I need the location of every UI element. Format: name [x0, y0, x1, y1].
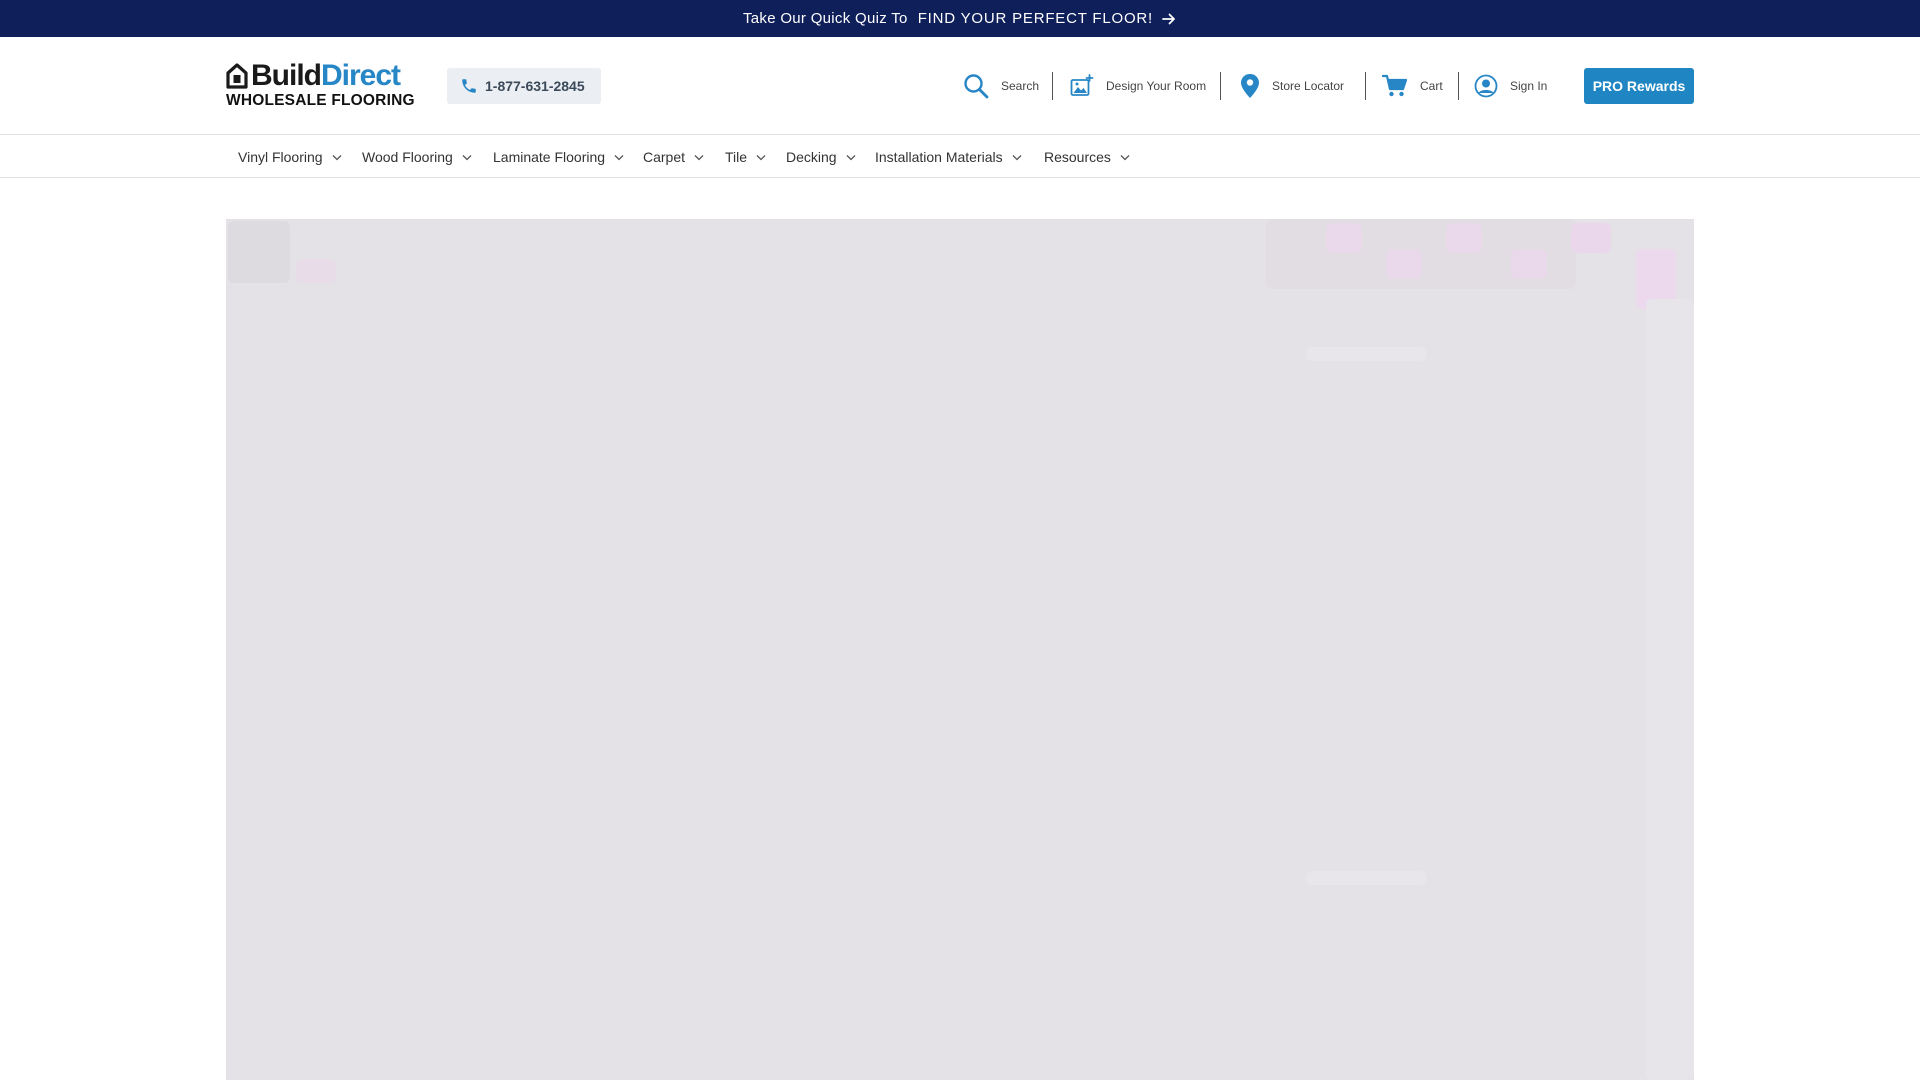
nav-item-tile[interactable]: Tile: [725, 136, 766, 178]
image-sparkle-icon: [1070, 74, 1094, 98]
hero-image-placeholder: [226, 219, 1694, 1080]
chevron-down-icon: [614, 154, 624, 161]
search-icon: [963, 73, 989, 99]
chevron-down-icon: [332, 154, 342, 161]
house-icon: [226, 63, 248, 89]
phone-number: 1-877-631-2845: [485, 78, 585, 94]
placeholder-artifact: [1646, 299, 1694, 1080]
placeholder-artifact: [1306, 347, 1426, 361]
chevron-down-icon: [1120, 154, 1130, 161]
search-link[interactable]: Search: [963, 70, 1039, 102]
cart-link[interactable]: Cart: [1382, 70, 1443, 102]
placeholder-artifact: [1571, 223, 1611, 253]
nav-item-installation-materials[interactable]: Installation Materials: [875, 136, 1022, 178]
nav-item-label: Wood Flooring: [362, 149, 453, 165]
design-room-link[interactable]: Design Your Room: [1070, 70, 1206, 102]
main-nav: Vinyl Flooring Wood Flooring Laminate Fl…: [0, 136, 1920, 178]
placeholder-artifact: [1326, 223, 1362, 253]
divider: [1052, 72, 1053, 100]
divider: [1365, 72, 1366, 100]
builddirect-logo[interactable]: Build Direct WHOLESALE FLOORING: [226, 61, 416, 111]
chevron-down-icon: [846, 154, 856, 161]
phone-button[interactable]: 1-877-631-2845: [447, 68, 601, 104]
nav-item-label: Decking: [786, 149, 837, 165]
sign-in-link[interactable]: Sign In: [1474, 70, 1547, 102]
arrow-right-icon: [1161, 11, 1177, 27]
nav-item-decking[interactable]: Decking: [786, 136, 856, 178]
placeholder-artifact: [228, 221, 290, 283]
nav-item-label: Tile: [725, 149, 748, 165]
placeholder-artifact: [1511, 249, 1547, 279]
divider: [1220, 72, 1221, 100]
placeholder-artifact: [1446, 223, 1482, 253]
map-pin-icon: [1240, 73, 1260, 99]
nav-item-vinyl-flooring[interactable]: Vinyl Flooring: [238, 136, 342, 178]
chevron-down-icon: [756, 154, 766, 161]
logo-word-build: Build: [251, 59, 322, 92]
nav-item-label: Laminate Flooring: [493, 149, 606, 165]
search-label: Search: [1001, 79, 1040, 93]
promo-banner[interactable]: Take Our Quick Quiz To FIND YOUR PERFECT…: [0, 0, 1920, 37]
divider: [1458, 72, 1459, 100]
nav-item-label: Resources: [1044, 149, 1111, 165]
logo-word-direct: Direct: [321, 59, 401, 92]
promo-lead-text: Take Our Quick Quiz To: [742, 10, 908, 27]
store-locator-link[interactable]: Store Locator: [1240, 70, 1344, 102]
logo-tagline: WHOLESALE FLOORING: [226, 92, 415, 109]
promo-cta-text[interactable]: FIND YOUR PERFECT FLOOR!: [918, 10, 1153, 27]
store-locator-label: Store Locator: [1272, 79, 1345, 93]
placeholder-artifact: [1306, 871, 1426, 885]
sign-in-label: Sign In: [1510, 79, 1548, 93]
nav-item-wood-flooring[interactable]: Wood Flooring: [362, 136, 472, 178]
phone-icon: [460, 77, 485, 95]
placeholder-artifact: [1386, 249, 1422, 279]
chevron-down-icon: [462, 154, 472, 161]
chevron-down-icon: [1012, 154, 1022, 161]
nav-item-carpet[interactable]: Carpet: [643, 136, 704, 178]
site-header: Build Direct WHOLESALE FLOORING 1-877-631…: [0, 37, 1920, 135]
nav-item-label: Vinyl Flooring: [238, 149, 323, 165]
nav-item-label: Carpet: [643, 149, 686, 165]
pro-rewards-button[interactable]: PRO Rewards: [1584, 68, 1694, 104]
nav-item-laminate-flooring[interactable]: Laminate Flooring: [493, 136, 624, 178]
chevron-down-icon: [694, 154, 704, 161]
placeholder-artifact: [296, 259, 336, 283]
nav-item-label: Installation Materials: [875, 149, 1003, 165]
design-room-label: Design Your Room: [1106, 79, 1207, 93]
cart-label: Cart: [1420, 79, 1443, 93]
nav-item-resources[interactable]: Resources: [1044, 136, 1130, 178]
user-icon: [1474, 74, 1498, 98]
cart-icon: [1382, 74, 1408, 98]
